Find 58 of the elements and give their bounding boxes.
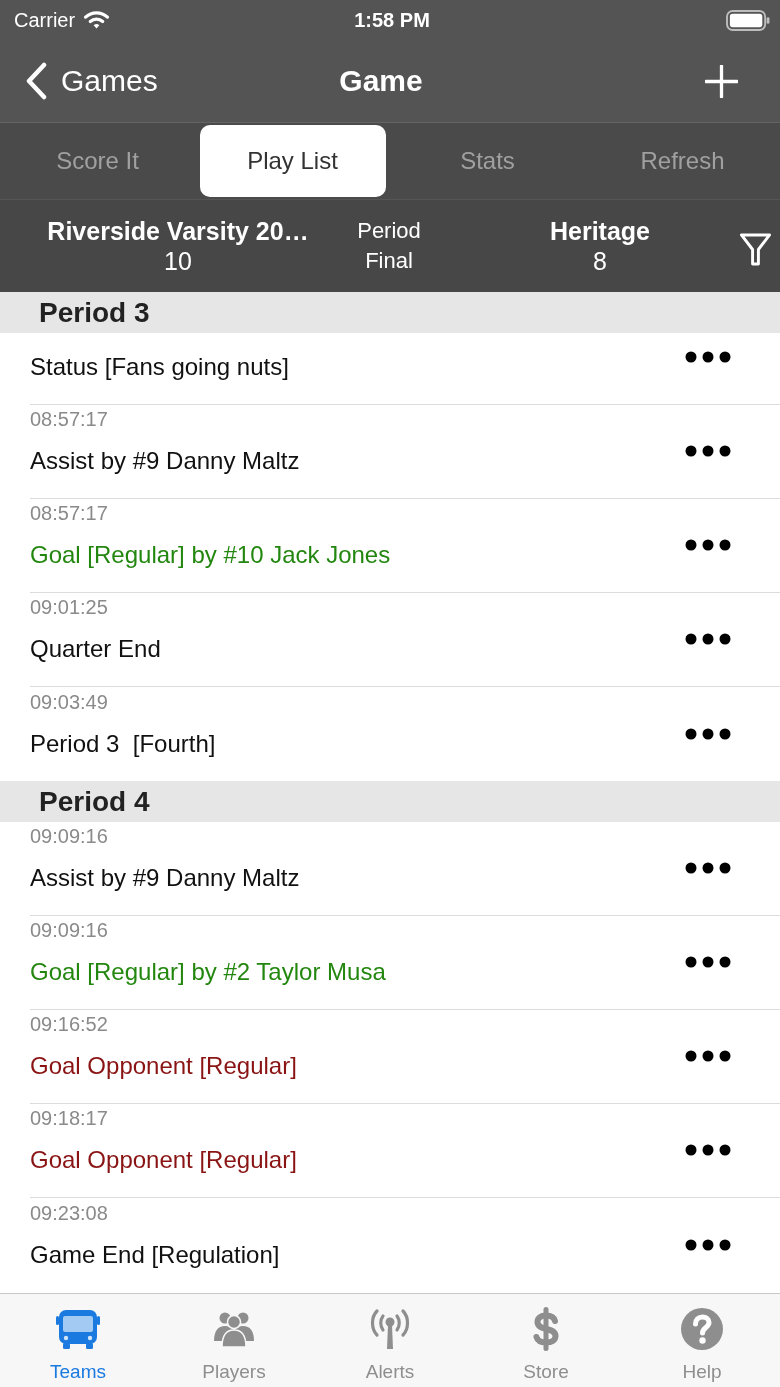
- more-icon[interactable]: [685, 728, 731, 740]
- play-time: 08:57:17: [30, 501, 108, 525]
- play-description: Goal [Regular] by #10 Jack Jones: [30, 540, 391, 570]
- play-description: Period 3 [Fourth]: [30, 729, 216, 759]
- play-description: Quarter End: [30, 634, 161, 664]
- plus-icon[interactable]: [705, 64, 738, 98]
- more-icon[interactable]: [685, 1239, 731, 1251]
- tab-bar-item[interactable]: Players: [202, 1294, 266, 1387]
- play-time: 09:09:16: [30, 824, 108, 848]
- team-score: 10: [164, 246, 192, 276]
- period-label: Period: [357, 217, 421, 245]
- play-description: Goal Opponent [Regular]: [30, 1051, 297, 1081]
- team-name: Riverside Varsity 20…: [47, 216, 309, 246]
- play-description: Assist by #9 Danny Maltz: [30, 863, 300, 893]
- filter-icon[interactable]: [738, 231, 772, 267]
- section-header: Period 3: [0, 292, 780, 333]
- more-icon[interactable]: [685, 633, 731, 645]
- carrier-label: Carrier: [14, 8, 76, 32]
- play-description: Goal Opponent [Regular]: [30, 1145, 297, 1175]
- tab-bar-item[interactable]: Alerts: [365, 1294, 415, 1387]
- play-time: 09:09:16: [30, 918, 108, 942]
- tab-bar-item[interactable]: Help: [680, 1294, 724, 1387]
- play-time: 09:01:25: [30, 595, 108, 619]
- status-time: 1:58 PM: [354, 8, 430, 32]
- segment-tab[interactable]: Stats: [394, 125, 581, 197]
- antenna-icon: [368, 1307, 412, 1351]
- help-icon: [680, 1307, 724, 1351]
- wifi-icon: [83, 10, 111, 30]
- play-description: Game End [Regulation]: [30, 1240, 280, 1270]
- more-icon[interactable]: [685, 862, 731, 874]
- back-button[interactable]: Games: [24, 62, 158, 100]
- play-time: 09:03:49: [30, 690, 108, 714]
- segment-tab[interactable]: Play List: [199, 125, 386, 197]
- play-description: Status [Fans going nuts]: [30, 352, 289, 382]
- play-time: 08:57:17: [30, 407, 108, 431]
- bus-icon: [56, 1307, 100, 1351]
- play-description: Assist by #9 Danny Maltz: [30, 446, 300, 476]
- tab-bar-item[interactable]: Teams: [50, 1294, 106, 1387]
- more-icon[interactable]: [685, 1050, 731, 1062]
- more-icon[interactable]: [685, 956, 731, 968]
- team-name: Heritage: [549, 216, 650, 246]
- period-value: Final: [365, 247, 413, 275]
- more-icon[interactable]: [685, 351, 731, 363]
- play-description: Goal [Regular] by #2 Taylor Musa: [30, 957, 386, 987]
- play-time: 09:18:17: [30, 1106, 108, 1130]
- play-time: 09:23:08: [30, 1201, 108, 1225]
- segment-tab[interactable]: Score It: [4, 125, 191, 197]
- more-icon[interactable]: [685, 1144, 731, 1156]
- play-time: 09:16:52: [30, 1012, 108, 1036]
- more-icon[interactable]: [685, 539, 731, 551]
- team-score: 8: [593, 246, 607, 276]
- section-header: Period 4: [0, 781, 780, 822]
- battery-icon: [726, 9, 770, 31]
- screen-title: Game: [339, 64, 423, 98]
- chevron-icon: [24, 62, 48, 100]
- more-icon[interactable]: [685, 445, 731, 457]
- tab-bar-item[interactable]: Store: [523, 1294, 569, 1387]
- segment-tab[interactable]: Refresh: [589, 125, 776, 197]
